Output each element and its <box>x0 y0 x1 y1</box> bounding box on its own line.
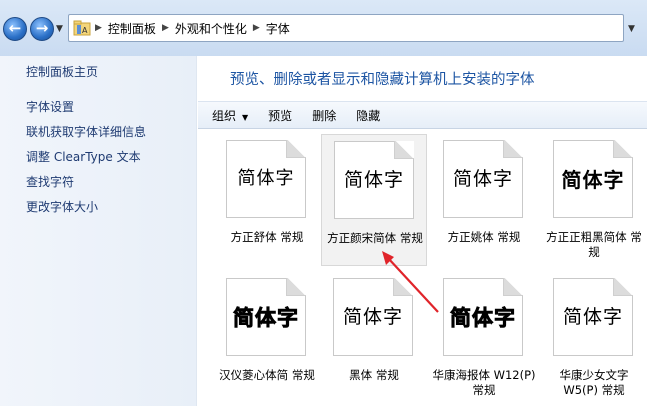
breadcrumb-fonts[interactable]: 字体 <box>266 20 290 37</box>
font-item[interactable]: 简体字 汉仪菱心体简 常规 <box>214 272 320 404</box>
forward-button[interactable]: → <box>30 17 54 41</box>
page-fold <box>613 140 633 158</box>
font-item[interactable]: 简体字 华康海报体 W12(P) 常规 <box>431 272 537 404</box>
organize-label: 组织 <box>212 108 237 123</box>
page-fold <box>613 278 633 296</box>
font-item-selected[interactable]: 简体字 方正颜宋简体 常规 <box>321 134 427 266</box>
main-content: 预览、删除或者显示和隐藏计算机上安装的字体 组织 ▼ 预览 删除 隐藏 简体字 方… <box>198 56 647 406</box>
font-sample: 简体字 <box>562 306 623 328</box>
recent-pages-dropdown[interactable]: ▼ <box>56 24 63 34</box>
font-name: 汉仪菱心体简 常规 <box>219 368 315 382</box>
address-bar-area: ← → ▼ A ▶ 控制面板 ▶ 外观和个性化 ▶ 字体 ▼ <box>0 0 647 56</box>
command-bar: 组织 ▼ 预览 删除 隐藏 <box>198 101 647 129</box>
font-sample: 简体字 <box>452 168 513 190</box>
font-item[interactable]: 简体字 黑体 常规 <box>321 272 427 404</box>
page-fold <box>503 278 523 296</box>
chevron-down-icon: ▼ <box>628 24 635 34</box>
breadcrumb: ▶ 控制面板 ▶ 外观和个性化 ▶ 字体 <box>95 15 290 41</box>
back-button[interactable]: ← <box>3 17 27 41</box>
breadcrumb-separator-icon[interactable]: ▶ <box>95 23 102 33</box>
address-bar[interactable]: A ▶ 控制面板 ▶ 外观和个性化 ▶ 字体 <box>68 14 624 42</box>
font-name: 方正颜宋简体 常规 <box>327 231 423 245</box>
font-sample: 简体字 <box>450 306 516 331</box>
font-name: 方正舒体 常规 <box>230 230 304 244</box>
address-history-dropdown[interactable]: ▼ <box>628 24 635 34</box>
font-name: 方正正粗黑简体 常规 <box>546 230 642 259</box>
link-find-character[interactable]: 查找字符 <box>26 173 74 190</box>
page-title: 预览、删除或者显示和隐藏计算机上安装的字体 <box>230 72 535 88</box>
breadcrumb-appearance[interactable]: 外观和个性化 <box>175 20 247 37</box>
back-arrow-icon: ← <box>8 19 22 37</box>
link-control-panel-home[interactable]: 控制面板主页 <box>26 63 98 80</box>
link-get-font-info-online[interactable]: 联机获取字体详细信息 <box>26 123 146 140</box>
font-sample: 简体字 <box>237 168 295 189</box>
breadcrumb-separator-icon[interactable]: ▶ <box>253 23 260 33</box>
font-sample: 简体字 <box>343 169 404 191</box>
font-sample: 简体字 <box>342 306 403 328</box>
breadcrumb-separator-icon[interactable]: ▶ <box>162 23 169 33</box>
link-adjust-cleartype[interactable]: 调整 ClearType 文本 <box>26 148 141 165</box>
link-font-settings[interactable]: 字体设置 <box>26 98 74 115</box>
chevron-down-icon: ▼ <box>56 24 63 34</box>
page-fold <box>393 278 413 296</box>
font-item[interactable]: 简体字 华康少女文字 W5(P) 常规 <box>541 272 647 404</box>
breadcrumb-control-panel[interactable]: 控制面板 <box>108 20 156 37</box>
organize-menu-button[interactable]: 组织 ▼ <box>198 107 258 124</box>
forward-arrow-icon: → <box>35 19 49 37</box>
preview-button[interactable]: 预览 <box>258 107 302 124</box>
font-name: 方正姚体 常规 <box>447 230 521 244</box>
delete-button[interactable]: 删除 <box>302 107 346 124</box>
font-item[interactable]: 简体字 方正正粗黑简体 常规 <box>541 134 647 266</box>
page-fold <box>286 140 306 158</box>
task-pane: 控制面板主页 字体设置 联机获取字体详细信息 调整 ClearType 文本 查… <box>0 56 197 406</box>
font-sample: 简体字 <box>561 168 625 192</box>
page-fold <box>394 141 414 159</box>
font-name: 黑体 常规 <box>349 368 399 382</box>
svg-text:A: A <box>82 26 88 35</box>
hide-button[interactable]: 隐藏 <box>346 107 390 124</box>
link-change-font-size[interactable]: 更改字体大小 <box>26 198 98 215</box>
font-name: 华康少女文字 W5(P) 常规 <box>559 368 629 397</box>
font-item[interactable]: 简体字 方正姚体 常规 <box>431 134 537 266</box>
page-fold <box>286 278 306 296</box>
control-panel-folder-icon: A <box>73 20 91 36</box>
chevron-down-icon: ▼ <box>242 112 249 122</box>
font-sample: 简体字 <box>233 306 299 331</box>
font-item[interactable]: 简体字 方正舒体 常规 <box>214 134 320 266</box>
page-fold <box>503 140 523 158</box>
font-name: 华康海报体 W12(P) 常规 <box>432 368 536 397</box>
